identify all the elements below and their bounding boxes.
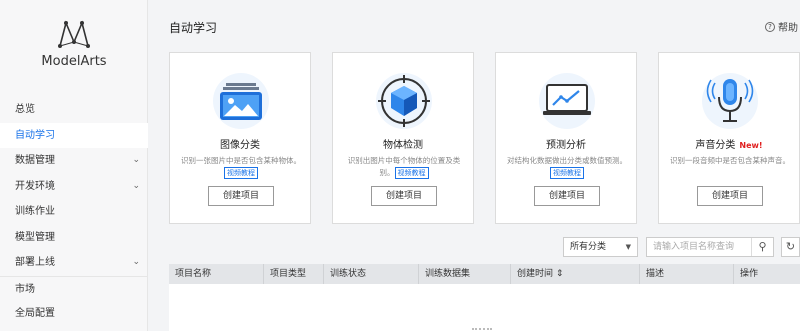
category-filter-select[interactable]: 所有分类 ▼ bbox=[563, 237, 638, 257]
card-description: 对结构化数据做出分类或数值预测。视频教程 bbox=[504, 155, 630, 179]
card-title-wrap: 声音分类 New! bbox=[659, 136, 799, 151]
new-badge: New! bbox=[739, 141, 763, 150]
video-tutorial-link[interactable]: 视频教程 bbox=[224, 167, 258, 179]
project-search-input[interactable]: 请输入项目名称查询 ⚲ bbox=[646, 237, 774, 257]
sidebar-item-deployment[interactable]: 部署上线 ⌄ bbox=[0, 250, 148, 276]
create-project-button[interactable]: 创建项目 bbox=[534, 186, 600, 206]
sidebar-item-training-jobs[interactable]: 训练作业 bbox=[0, 199, 148, 225]
caret-down-icon: ▼ bbox=[625, 243, 631, 251]
project-type-cards: 图像分类 识别一张图片中是否包含某种物体。视频教程 创建项目 物体检测 识别出图… bbox=[169, 52, 800, 224]
card-title: 物体检测 bbox=[383, 140, 423, 151]
projects-table-header: 项目名称 项目类型 训练状态 训练数据集 创建时间 ⇕ 描述 操作 bbox=[169, 264, 800, 284]
sidebar-item-label: 市场 bbox=[15, 283, 35, 295]
sidebar: ModelArts 总览 自动学习 数据管理 ⌄ 开发环境 ⌄ 训练作业 模型管理 … bbox=[0, 0, 148, 331]
projects-table-body bbox=[169, 284, 800, 331]
sidebar-nav: 总览 自动学习 数据管理 ⌄ 开发环境 ⌄ 训练作业 模型管理 部署上线 ⌄ 市场 全… bbox=[0, 97, 148, 327]
card-description-text: 识别一张图片中是否包含某种物体。 bbox=[181, 156, 301, 165]
chevron-down-icon: ⌄ bbox=[132, 155, 140, 165]
create-project-button[interactable]: 创建项目 bbox=[208, 186, 274, 206]
brand-name: ModelArts bbox=[41, 54, 107, 69]
card-description-text: 对结构化数据做出分类或数值预测。 bbox=[507, 156, 627, 165]
prediction-analysis-icon bbox=[539, 73, 595, 129]
chevron-down-icon: ⌄ bbox=[132, 257, 140, 267]
sidebar-item-overview[interactable]: 总览 bbox=[0, 97, 148, 123]
card-title: 图像分类 bbox=[220, 140, 260, 151]
sidebar-item-label: 开发环境 bbox=[15, 180, 55, 192]
column-header-project-name[interactable]: 项目名称 bbox=[169, 264, 264, 284]
sidebar-item-dev-environment[interactable]: 开发环境 ⌄ bbox=[0, 174, 148, 200]
column-header-training-dataset[interactable]: 训练数据集 bbox=[419, 264, 511, 284]
sidebar-item-model-management[interactable]: 模型管理 bbox=[0, 225, 148, 251]
column-header-created-time[interactable]: 创建时间 ⇕ bbox=[511, 264, 640, 284]
video-tutorial-link[interactable]: 视频教程 bbox=[394, 167, 429, 179]
brand-logo: ModelArts bbox=[0, 20, 148, 69]
card-description: 识别一段音频中是否包含某种声音。 bbox=[670, 156, 790, 165]
create-project-button[interactable]: 创建项目 bbox=[697, 186, 763, 206]
card-sound-classification: 声音分类 New! 识别一段音频中是否包含某种声音。 创建项目 bbox=[658, 52, 800, 224]
sidebar-item-global-config[interactable]: 全局配置 bbox=[0, 301, 148, 327]
column-header-training-status[interactable]: 训练状态 bbox=[324, 264, 419, 284]
create-project-button[interactable]: 创建项目 bbox=[371, 186, 437, 206]
sidebar-item-label: 模型管理 bbox=[15, 231, 55, 243]
sidebar-item-data-management[interactable]: 数据管理 ⌄ bbox=[0, 148, 148, 174]
column-header-description[interactable]: 描述 bbox=[640, 264, 734, 284]
help-icon: ? bbox=[765, 21, 775, 32]
help-link[interactable]: ? 帮助 bbox=[765, 19, 798, 34]
card-description: 识别出图片中每个物体的位置及类别。 视频教程 bbox=[341, 155, 467, 179]
sidebar-item-label: 部署上线 bbox=[15, 257, 55, 268]
sidebar-item-auto-learning[interactable]: 自动学习 bbox=[0, 122, 148, 148]
card-object-detection: 物体检测 识别出图片中每个物体的位置及类别。 视频教程 创建项目 bbox=[332, 52, 474, 224]
card-description: 识别一张图片中是否包含某种物体。视频教程 bbox=[178, 155, 304, 179]
chevron-down-icon: ⌄ bbox=[132, 180, 140, 191]
filter-value: 所有分类 bbox=[570, 242, 607, 252]
object-detection-icon bbox=[376, 73, 432, 129]
main-content: 自动学习 ? 帮助 图像分类 识别一张图片中是否包含某种物体。视频教程 创建项目 bbox=[149, 0, 800, 331]
sidebar-item-label: 数据管理 bbox=[15, 155, 55, 166]
refresh-icon: ↻ bbox=[785, 240, 796, 253]
sidebar-item-market[interactable]: 市场 bbox=[0, 275, 148, 302]
card-title: 预测分析 bbox=[546, 140, 586, 151]
sidebar-item-label: 训练作业 bbox=[15, 206, 55, 217]
column-header-project-type[interactable]: 项目类型 bbox=[264, 264, 324, 284]
page-title: 自动学习 bbox=[169, 21, 218, 35]
card-title: 声音分类 bbox=[695, 140, 736, 151]
column-header-actions[interactable]: 操作 bbox=[734, 264, 800, 284]
image-classification-icon bbox=[213, 73, 269, 129]
card-prediction-analysis: 预测分析 对结构化数据做出分类或数值预测。视频教程 创建项目 bbox=[495, 52, 637, 224]
sidebar-item-label: 自动学习 bbox=[15, 129, 55, 141]
sidebar-item-label: 全局配置 bbox=[15, 308, 55, 319]
modelarts-logo-icon bbox=[58, 20, 90, 48]
help-label: 帮助 bbox=[778, 23, 798, 34]
microphone-icon bbox=[702, 73, 758, 129]
search-placeholder: 请输入项目名称查询 bbox=[653, 242, 735, 252]
search-icon[interactable]: ⚲ bbox=[751, 238, 773, 256]
refresh-button[interactable]: ↻ bbox=[781, 237, 800, 257]
video-tutorial-link[interactable]: 视频教程 bbox=[550, 167, 584, 179]
sidebar-item-label: 总览 bbox=[15, 104, 35, 115]
card-image-classification: 图像分类 识别一张图片中是否包含某种物体。视频教程 创建项目 bbox=[169, 52, 311, 224]
